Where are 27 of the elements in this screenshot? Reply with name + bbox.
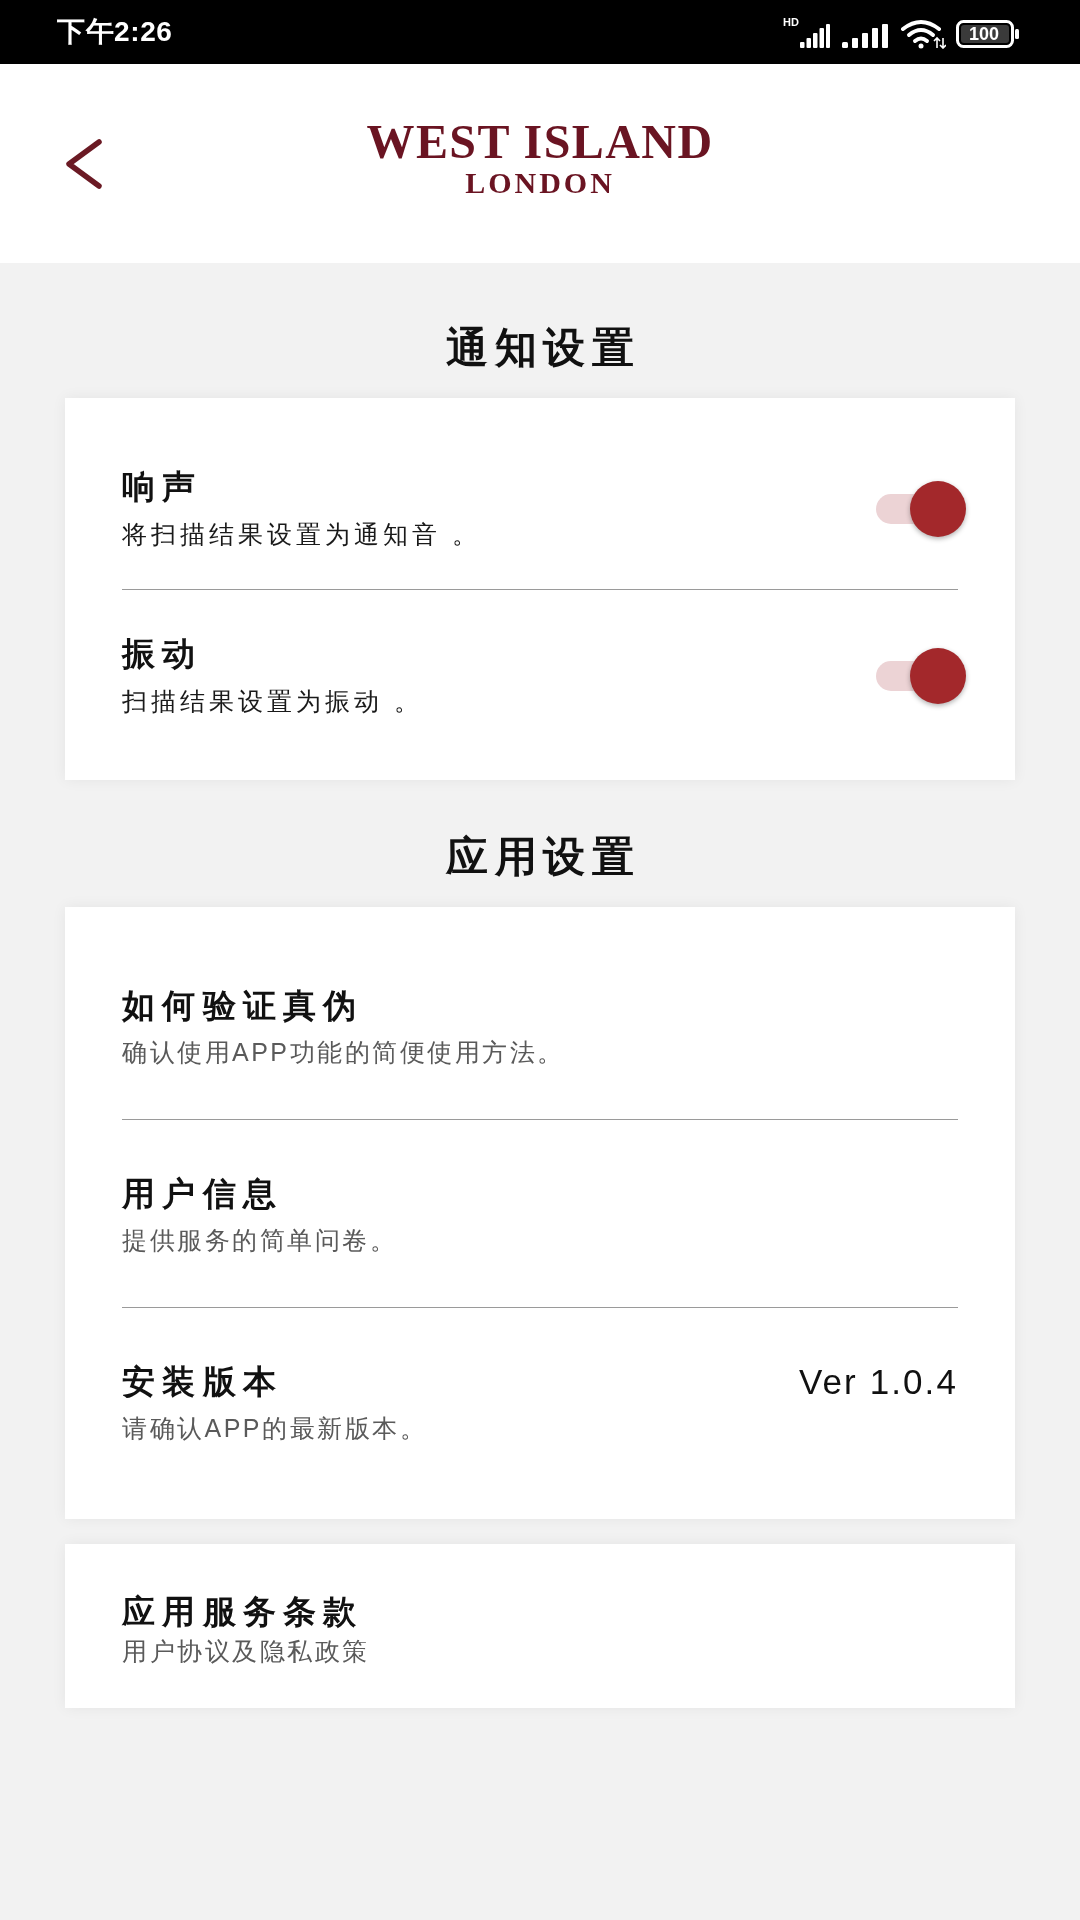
setting-description: 确认使用APP功能的简便使用方法。 bbox=[122, 1037, 566, 1067]
setting-description: 用户协议及隐私政策 bbox=[122, 1636, 371, 1666]
setting-description: 请确认APP的最新版本。 bbox=[122, 1413, 429, 1443]
setting-title: 响声 bbox=[122, 469, 203, 505]
setting-title: 应用服务条款 bbox=[122, 1594, 364, 1630]
setting-description: 将扫描结果设置为通知音 。 bbox=[122, 519, 482, 549]
setting-description: 提供服务的简单问卷。 bbox=[122, 1225, 398, 1255]
toggle-switch[interactable] bbox=[876, 648, 966, 704]
wifi-icon bbox=[900, 19, 946, 49]
back-icon bbox=[64, 138, 104, 189]
setting-title: 安装版本 bbox=[122, 1364, 284, 1400]
logo-wordmark: WEST ISLAND bbox=[366, 118, 714, 165]
setting-description: 扫描结果设置为振动 。 bbox=[122, 686, 424, 716]
setting-title: 如何验证真伪 bbox=[122, 988, 364, 1024]
setting-title: 振动 bbox=[122, 636, 203, 672]
toggle-switch[interactable] bbox=[876, 481, 966, 537]
network-type-label: HD bbox=[783, 17, 799, 28]
version-number: Ver 1.0.4 bbox=[799, 1364, 958, 1400]
section-heading: 应用设置 bbox=[444, 832, 641, 882]
status-time: 下午2:26 bbox=[57, 18, 173, 46]
section-heading: 通知设置 bbox=[444, 323, 641, 373]
signal-icon bbox=[800, 24, 830, 48]
battery-icon bbox=[956, 20, 1020, 48]
battery-level-text: 100 bbox=[969, 24, 1000, 44]
logo-subtitle: LONDON bbox=[465, 166, 615, 199]
signal-icon bbox=[842, 24, 888, 48]
setting-title: 用户信息 bbox=[122, 1176, 284, 1212]
